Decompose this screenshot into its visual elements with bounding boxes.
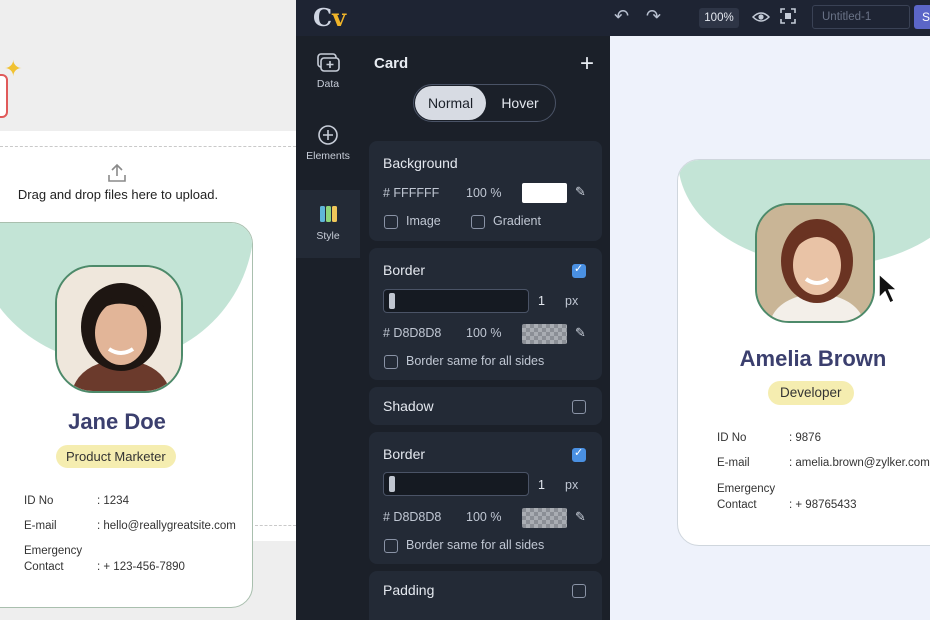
id-card-preview[interactable]: Amelia Brown Developer ID No : 9876 E-ma… <box>677 159 930 546</box>
gradient-checkbox[interactable] <box>471 215 485 229</box>
avatar <box>55 265 183 393</box>
avatar <box>755 203 875 323</box>
same-sides-checkbox[interactable] <box>384 355 398 369</box>
checkbox-label: Image <box>406 214 441 228</box>
app-logo: Cv <box>313 3 347 32</box>
unit-label: px <box>565 478 579 492</box>
add-icon[interactable]: + <box>580 50 594 78</box>
unit-label: px <box>565 294 579 308</box>
color-hex[interactable]: # D8D8D8 <box>383 510 441 524</box>
color-swatch[interactable] <box>522 508 567 528</box>
field-label: ID No <box>717 432 747 444</box>
section-title: Border <box>383 262 426 278</box>
eyedropper-icon[interactable]: ✎ <box>575 325 586 341</box>
field-label: ID No <box>24 495 54 507</box>
zoom-level[interactable]: 100% <box>699 8 739 28</box>
section-title: Border <box>383 446 426 462</box>
checkbox-label: Gradient <box>493 214 541 228</box>
image-checkbox[interactable] <box>384 215 398 229</box>
data-icon <box>317 53 340 72</box>
field-value: : + 123-456-7890 <box>97 561 185 573</box>
field-value: : 1234 <box>97 495 129 507</box>
field-label: E-mail <box>24 520 57 532</box>
section-title: Background <box>383 155 458 171</box>
field-value: : amelia.brown@zylker.com <box>789 457 930 469</box>
undo-icon[interactable]: ↶ <box>614 6 629 27</box>
checkbox-label: Border same for all sides <box>406 354 545 368</box>
field-label: Contact <box>24 561 64 573</box>
border-width-value[interactable]: 1 <box>538 294 545 308</box>
id-card-left[interactable]: Jane Doe Product Marketer ID No : 1234 E… <box>0 222 253 608</box>
rail-item-label: Style <box>316 230 340 242</box>
field-value: : + 98765433 <box>789 499 857 511</box>
save-button[interactable]: S <box>914 5 930 29</box>
field-label: Emergency <box>24 545 83 557</box>
tab-hover[interactable]: Hover <box>486 86 554 120</box>
mouse-cursor-icon <box>878 272 899 305</box>
dropzone-border <box>0 146 296 147</box>
tab-normal[interactable]: Normal <box>415 86 486 120</box>
border-width-slider[interactable] <box>383 472 529 496</box>
rail-item-elements[interactable]: Elements <box>296 124 360 174</box>
upload-instructions: Drag and drop files here to upload. <box>17 187 219 202</box>
rail-item-data[interactable]: Data <box>296 52 360 102</box>
border-width-slider[interactable] <box>383 289 529 313</box>
rail-item-style[interactable]: Style <box>296 190 360 258</box>
field-label: Emergency <box>717 483 776 495</box>
opacity-value[interactable]: 100 % <box>466 510 501 524</box>
partial-button[interactable] <box>0 74 8 118</box>
same-sides-checkbox[interactable] <box>384 539 398 553</box>
padding-checkbox[interactable] <box>572 584 586 598</box>
field-value: : 9876 <box>789 432 821 444</box>
redo-icon[interactable]: ↷ <box>646 6 661 27</box>
opacity-value[interactable]: 100 % <box>466 326 501 340</box>
color-hex[interactable]: # FFFFFF <box>383 186 439 200</box>
document-title-input[interactable]: Untitled-1 <box>812 5 910 29</box>
border-checkbox[interactable] <box>572 262 586 278</box>
style-icon <box>320 206 337 222</box>
card-name: Amelia Brown <box>739 346 887 371</box>
section-title: Shadow <box>383 398 434 414</box>
eyedropper-icon[interactable]: ✎ <box>575 184 586 200</box>
plus-circle-icon <box>318 125 338 145</box>
preview-eye-icon[interactable] <box>752 8 770 26</box>
color-hex[interactable]: # D8D8D8 <box>383 326 441 340</box>
border-checkbox[interactable] <box>572 446 586 462</box>
card-name: Jane Doe <box>68 409 166 434</box>
color-swatch[interactable] <box>522 324 567 344</box>
checkbox-label: Border same for all sides <box>406 538 545 552</box>
fullscreen-icon[interactable] <box>780 8 796 24</box>
dropzone-border <box>255 525 296 526</box>
border-width-value[interactable]: 1 <box>538 478 545 492</box>
color-swatch[interactable] <box>522 183 567 203</box>
shadow-checkbox[interactable] <box>572 400 586 414</box>
field-value: : hello@reallygreatsite.com <box>97 520 236 532</box>
panel-title: Card <box>374 55 409 72</box>
field-label: Contact <box>717 499 757 511</box>
rail-item-label: Data <box>316 78 340 90</box>
rail-item-label: Elements <box>306 150 350 162</box>
upload-icon[interactable] <box>106 162 128 184</box>
section-title: Padding <box>383 582 435 598</box>
opacity-value[interactable]: 100 % <box>466 186 501 200</box>
role-badge: Developer <box>768 381 854 405</box>
role-badge: Product Marketer <box>56 445 176 468</box>
eyedropper-icon[interactable]: ✎ <box>575 509 586 525</box>
field-label: E-mail <box>717 457 750 469</box>
